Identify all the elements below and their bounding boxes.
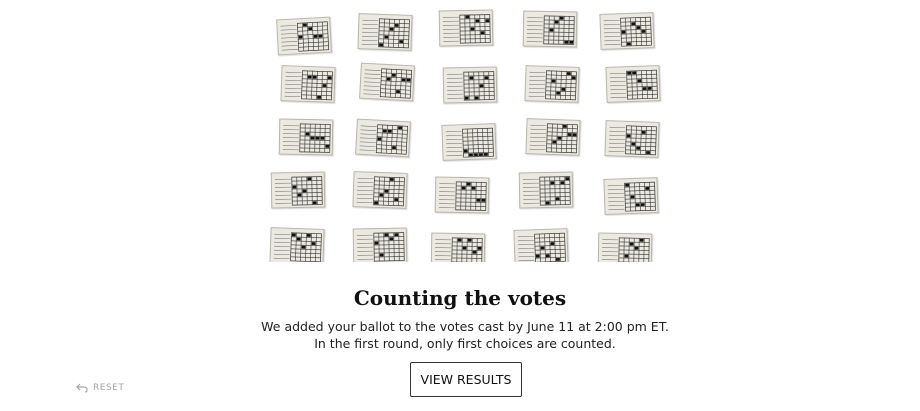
ballot bbox=[438, 9, 494, 47]
paper-ballot-icon bbox=[438, 181, 487, 211]
paper-ballot-icon bbox=[526, 15, 575, 45]
ballot bbox=[430, 232, 486, 262]
ballot bbox=[269, 227, 325, 262]
ballot bbox=[357, 13, 413, 51]
ballot bbox=[524, 65, 580, 103]
paper-ballot-icon bbox=[434, 237, 483, 262]
ballot bbox=[522, 10, 578, 48]
reset-button[interactable]: RESET bbox=[76, 383, 124, 393]
paper-ballot-icon bbox=[522, 176, 571, 206]
ballot bbox=[352, 171, 408, 209]
ballot bbox=[604, 120, 660, 158]
paper-ballot-icon bbox=[601, 237, 650, 262]
paper-ballot-icon bbox=[446, 71, 495, 101]
ballot bbox=[518, 171, 574, 209]
view-results-button[interactable]: VIEW RESULTS bbox=[410, 362, 522, 397]
paper-ballot-icon bbox=[529, 123, 578, 154]
paper-ballot-icon bbox=[356, 232, 405, 262]
undo-arrow-icon bbox=[76, 383, 88, 393]
paper-ballot-icon bbox=[356, 176, 405, 207]
ballot-pile bbox=[0, 0, 920, 262]
ballot bbox=[352, 227, 408, 262]
ballot bbox=[434, 176, 490, 214]
paper-ballot-icon bbox=[445, 127, 494, 158]
ballot bbox=[599, 12, 655, 50]
paper-ballot-icon bbox=[361, 18, 410, 49]
ballot bbox=[278, 118, 334, 156]
ballot bbox=[605, 65, 661, 103]
paper-ballot-icon bbox=[517, 232, 566, 262]
ballot bbox=[280, 65, 336, 103]
paper-ballot-icon bbox=[359, 124, 409, 155]
reset-label: RESET bbox=[93, 383, 125, 393]
paper-ballot-icon bbox=[442, 14, 491, 44]
paper-ballot-icon bbox=[274, 176, 323, 206]
ballot bbox=[359, 62, 415, 102]
paper-ballot-icon bbox=[528, 70, 577, 101]
ballot bbox=[355, 118, 411, 158]
ballot bbox=[270, 171, 326, 209]
paper-ballot-icon bbox=[609, 69, 658, 100]
paper-ballot-icon bbox=[282, 123, 331, 153]
paper-ballot-icon bbox=[608, 125, 657, 156]
paper-ballot-icon bbox=[363, 68, 413, 99]
ballot bbox=[603, 177, 659, 215]
paper-ballot-icon bbox=[273, 232, 322, 262]
ballot bbox=[276, 16, 332, 56]
ballot bbox=[442, 66, 498, 104]
paper-ballot-icon bbox=[603, 16, 652, 47]
paper-ballot-icon bbox=[280, 21, 330, 52]
ballot bbox=[525, 118, 581, 156]
paper-ballot-icon bbox=[607, 181, 656, 212]
ballot bbox=[441, 123, 497, 161]
ballot bbox=[513, 228, 569, 262]
section-description: We added your ballot to the votes cast b… bbox=[261, 319, 669, 351]
paper-ballot-icon bbox=[284, 70, 333, 101]
ballot bbox=[597, 232, 653, 262]
section-title: Counting the votes bbox=[353, 286, 567, 310]
